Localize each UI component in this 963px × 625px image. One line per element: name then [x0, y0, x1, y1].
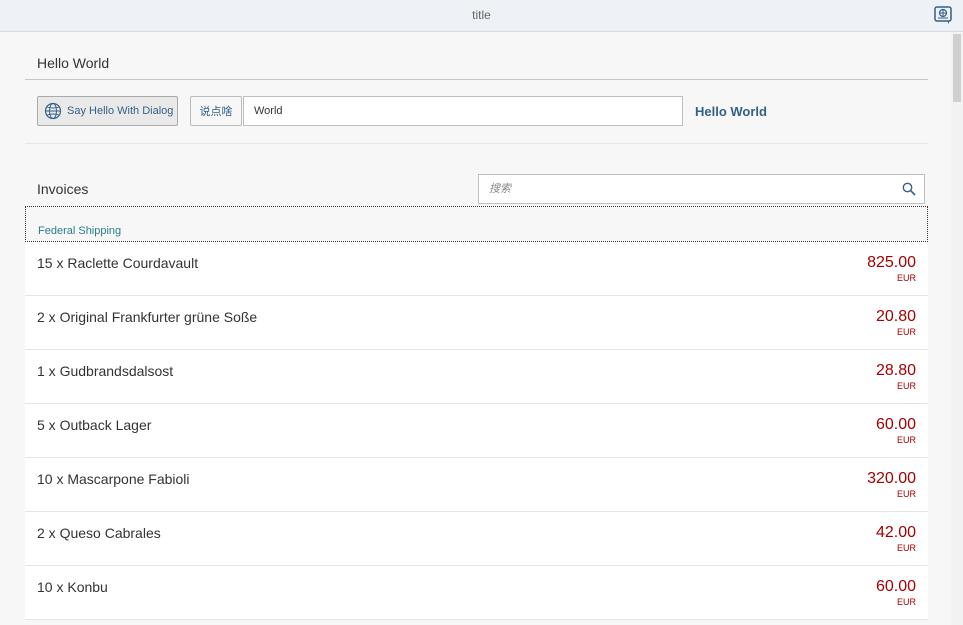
- shell-header: title: [0, 0, 963, 32]
- item-amount: 60.00: [875, 416, 916, 433]
- item-currency: EUR: [896, 327, 916, 337]
- main-content: Hello World Say Hello With Dialog 说点啥 He…: [0, 32, 951, 625]
- globe-icon: [44, 102, 62, 120]
- shell-info-icon[interactable]: [933, 5, 953, 25]
- item-amount: 42.00: [875, 524, 916, 541]
- item-currency: EUR: [896, 543, 916, 553]
- item-amount: 20.80: [875, 308, 916, 325]
- list-item[interactable]: 2 x Queso Cabrales 42.00 EUR: [25, 512, 928, 566]
- list-item[interactable]: 5 x Outback Lager 60.00 EUR: [25, 404, 928, 458]
- say-something-label: 说点啥: [199, 106, 233, 118]
- invoice-search-field[interactable]: [478, 174, 925, 204]
- panel-title: Hello World: [37, 55, 110, 71]
- panel-divider: [25, 79, 928, 80]
- list-item[interactable]: 2 x Original Frankfurter grüne Soße 20.8…: [25, 296, 928, 350]
- invoice-list: Federal Shipping 15 x Raclette Courdavau…: [25, 206, 928, 620]
- item-description: 15 x Raclette Courdavault: [37, 255, 199, 271]
- say-hello-dialog-button[interactable]: Say Hello With Dialog: [37, 96, 178, 126]
- invoices-title: Invoices: [37, 181, 89, 197]
- hello-output-text: Hello World: [695, 104, 767, 119]
- item-amount: 28.80: [875, 362, 916, 379]
- item-description: 10 x Konbu: [37, 579, 108, 595]
- list-item[interactable]: 10 x Konbu 60.00 EUR: [25, 566, 928, 620]
- item-currency: EUR: [896, 597, 916, 607]
- list-item[interactable]: 10 x Mascarpone Fabioli 320.00 EUR: [25, 458, 928, 512]
- group-header: Federal Shipping: [25, 206, 928, 242]
- say-hello-dialog-label: Say Hello With Dialog: [67, 105, 174, 117]
- shell-title: title: [472, 8, 491, 22]
- item-description: 2 x Original Frankfurter grüne Soße: [37, 309, 258, 325]
- invoice-search-input[interactable]: [479, 175, 909, 203]
- item-description: 2 x Queso Cabrales: [37, 525, 161, 541]
- item-description: 5 x Outback Lager: [37, 417, 152, 433]
- item-description: 1 x Gudbrandsdalsost: [37, 363, 174, 379]
- item-amount: 825.00: [867, 254, 916, 271]
- group-header-label: Federal Shipping: [38, 225, 122, 237]
- name-input[interactable]: [243, 96, 683, 126]
- list-item[interactable]: 1 x Gudbrandsdalsost 28.80 EUR: [25, 350, 928, 404]
- item-currency: EUR: [896, 273, 916, 283]
- section-divider: [25, 143, 928, 144]
- item-amount: 60.00: [875, 578, 916, 595]
- search-icon[interactable]: [902, 182, 916, 196]
- say-something-button[interactable]: 说点啥: [190, 96, 242, 126]
- scrollbar-thumb[interactable]: [953, 34, 961, 102]
- item-amount: 320.00: [867, 470, 916, 487]
- item-currency: EUR: [896, 489, 916, 499]
- item-currency: EUR: [896, 381, 916, 391]
- list-item[interactable]: 15 x Raclette Courdavault 825.00 EUR: [25, 242, 928, 296]
- item-description: 10 x Mascarpone Fabioli: [37, 471, 190, 487]
- item-currency: EUR: [896, 435, 916, 445]
- vertical-scrollbar[interactable]: [951, 32, 963, 625]
